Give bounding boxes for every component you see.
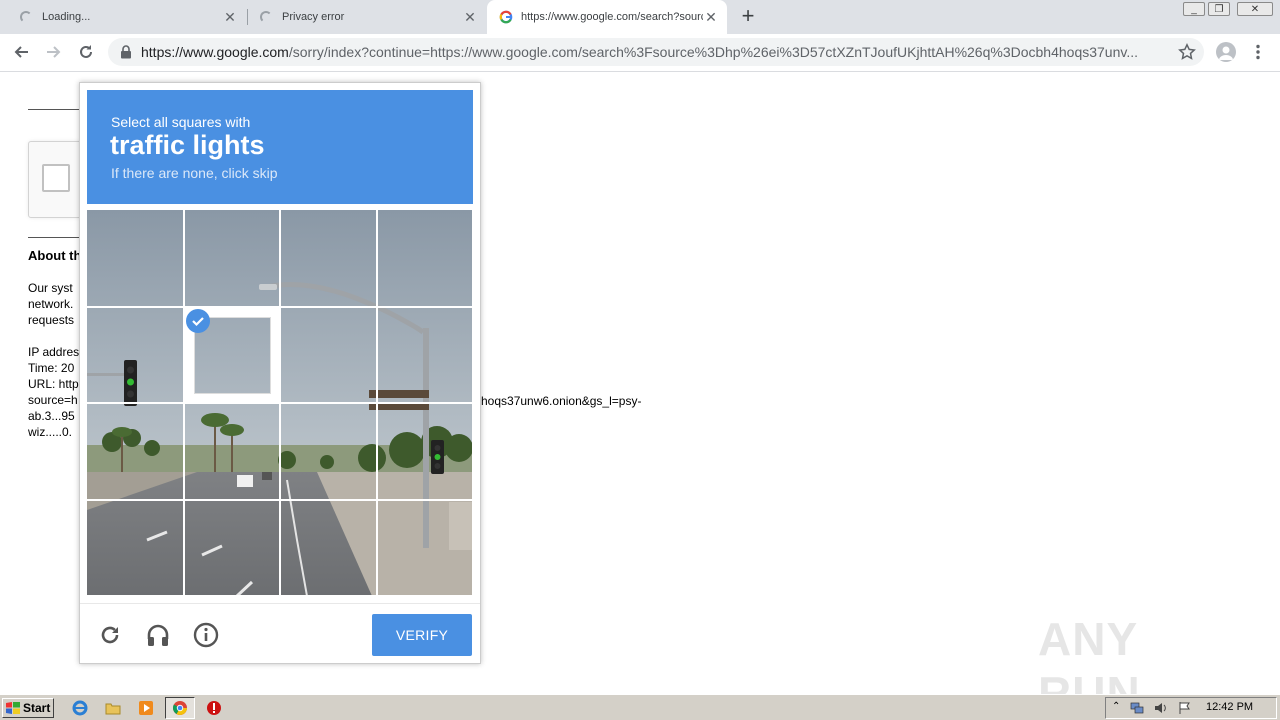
new-tab-button[interactable]: + (738, 5, 758, 27)
minimize-button[interactable]: _ (1183, 2, 1205, 16)
headphones-icon (147, 624, 169, 646)
request-url-tail: hoqs37unw6.onion&gs_l=psy- (481, 394, 642, 408)
reload-icon (80, 45, 92, 58)
challenge-tile[interactable] (376, 306, 473, 404)
url-path: /sorry/index?continue=https://www.google… (288, 44, 1139, 60)
system-tray: ⌃ 12:42 PM (1105, 697, 1277, 719)
help-button[interactable] (192, 621, 220, 649)
challenge-tile[interactable] (87, 499, 185, 596)
challenge-tile[interactable] (376, 403, 473, 501)
challenge-tile[interactable] (376, 499, 473, 596)
reload-button[interactable] (75, 41, 97, 63)
tile-selected-check-icon (185, 308, 210, 333)
tab-strip: Loading... ✕ Privacy error ✕ https://www… (0, 0, 1280, 34)
chrome-taskbar-button[interactable] (165, 697, 195, 719)
challenge-footer: VERIFY (80, 603, 480, 664)
more-menu-icon[interactable] (1251, 44, 1265, 60)
challenge-tile[interactable] (280, 403, 378, 501)
star-icon[interactable] (1178, 43, 1196, 61)
tab-title: Loading... (42, 11, 91, 23)
chrome-icon (172, 701, 187, 715)
text-line: Our syst (28, 281, 73, 295)
loading-spinner-icon (20, 11, 32, 23)
challenge-tile[interactable] (183, 403, 281, 501)
browser-toolbar: https://www.google.com/sorry/index?conti… (0, 34, 1280, 72)
flag-icon[interactable] (1178, 701, 1192, 715)
anyrun-watermark: ANY RUN (1038, 613, 1141, 719)
chevron-up-icon[interactable]: ⌃ (1112, 701, 1120, 712)
clock: 12:42 PM (1206, 701, 1254, 713)
tab-privacy-error[interactable]: Privacy error ✕ (240, 0, 486, 34)
text-line: network. (28, 297, 74, 311)
challenge-tile[interactable] (280, 499, 378, 596)
text-line: ab.3...95 (28, 409, 75, 423)
request-details: IP addres Time: 20 URL: http source=h ab… (28, 344, 79, 440)
close-icon[interactable]: ✕ (703, 9, 719, 25)
google-icon (499, 10, 513, 24)
folder-icon[interactable] (105, 700, 121, 716)
challenge-tile[interactable] (280, 210, 378, 308)
windows-logo-icon (6, 702, 20, 714)
challenge-image-grid (87, 210, 473, 596)
back-button[interactable] (10, 41, 32, 63)
close-icon[interactable]: ✕ (462, 9, 478, 25)
recaptcha-challenge-dialog: Select all squares with traffic lights I… (79, 82, 481, 664)
start-button[interactable]: Start (2, 698, 54, 718)
close-window-button[interactable]: ✕ (1237, 2, 1273, 16)
stop-sign-icon[interactable] (206, 700, 222, 716)
challenge-tile[interactable] (87, 306, 185, 404)
text-line: IP addres (28, 345, 80, 359)
verify-button[interactable]: VERIFY (372, 614, 472, 656)
recaptcha-checkbox[interactable] (42, 164, 70, 192)
tab-title: https://www.google.com/search?source=hp (521, 11, 703, 23)
audio-challenge-button[interactable] (144, 621, 172, 649)
address-bar[interactable]: https://www.google.com/sorry/index?conti… (108, 38, 1204, 66)
info-icon (193, 622, 219, 648)
tab-title: Privacy error (282, 11, 345, 23)
text-line: URL: http (28, 377, 79, 391)
challenge-tile[interactable] (183, 499, 281, 596)
challenge-header: Select all squares with traffic lights I… (87, 90, 473, 204)
challenge-tile[interactable] (280, 306, 378, 404)
reload-challenge-button[interactable] (96, 621, 124, 649)
start-label: Start (23, 701, 51, 715)
challenge-tile[interactable] (376, 210, 473, 308)
media-player-icon[interactable] (138, 700, 154, 716)
explanation-paragraph: Our syst network. requests (28, 280, 74, 328)
lock-icon (121, 45, 131, 59)
tab-loading[interactable]: Loading... ✕ (0, 0, 246, 34)
challenge-tile[interactable] (87, 403, 185, 501)
url-text: https://www.google.com/sorry/index?conti… (141, 44, 1161, 60)
profile-avatar-icon[interactable] (1216, 42, 1236, 62)
network-icon[interactable] (1130, 701, 1144, 715)
forward-button[interactable] (43, 41, 65, 63)
url-host: https://www.google.com (141, 44, 289, 60)
windows-taskbar: Start ⌃ 12:42 PM (0, 694, 1280, 720)
restore-button[interactable]: ❐ (1208, 2, 1230, 16)
close-icon[interactable]: ✕ (222, 9, 238, 25)
loading-spinner-icon (260, 11, 272, 23)
text-line: Time: 20 (28, 361, 75, 375)
volume-icon[interactable] (1154, 701, 1168, 715)
text-line: requests (28, 313, 75, 327)
about-heading: About th (28, 248, 82, 263)
challenge-tile[interactable] (183, 210, 281, 308)
challenge-target: traffic lights (110, 130, 265, 160)
text-line: wiz.....0. (28, 425, 73, 439)
internet-explorer-icon[interactable] (72, 700, 88, 716)
refresh-icon (101, 626, 119, 644)
arrow-right-icon (47, 46, 61, 58)
challenge-instruction: Select all squares with (111, 114, 251, 130)
arrow-left-icon (14, 46, 28, 58)
challenge-tile[interactable] (183, 306, 281, 404)
text-line: source=h (28, 393, 78, 407)
challenge-hint: If there are none, click skip (111, 165, 278, 181)
challenge-tile[interactable] (87, 210, 185, 308)
tab-google-search[interactable]: https://www.google.com/search?source=hp … (487, 0, 727, 34)
